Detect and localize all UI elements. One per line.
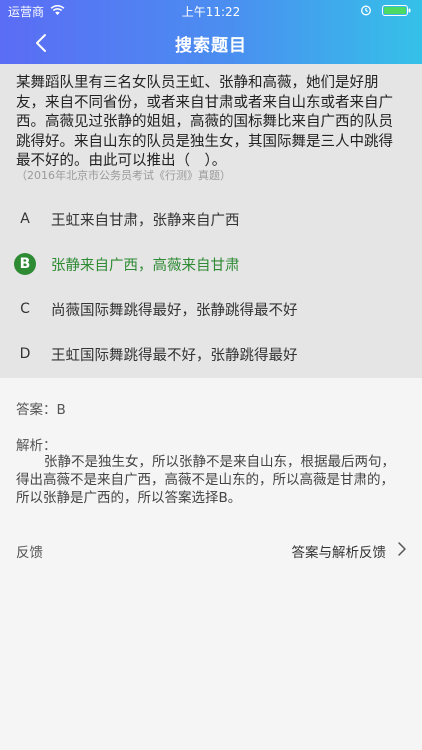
answer-line: 答案：B [16, 402, 66, 418]
chevron-right-icon[interactable] [396, 540, 408, 558]
option-d[interactable]: D 王虹国际舞跳得最不好，张静跳得最好 [0, 331, 422, 375]
answer-panel: 答案：B 解析： 张静不是独生女，所以张静不是来自山东，根据最后两句，得出高薇不… [0, 378, 422, 750]
option-b[interactable]: B 张静来自广西，高薇来自甘肃 [0, 241, 422, 285]
option-text: 张静来自广西，高薇来自甘肃 [51, 258, 240, 274]
option-letter: A [20, 211, 30, 227]
analysis-text: 张静不是独生女，所以张静不是来自山东，根据最后两句，得出高薇不是来自广西，高薇不… [16, 454, 395, 506]
status-bar: 运营商 上午11:22 [0, 0, 422, 20]
option-a[interactable]: A 王虹来自甘肃，张静来自广西 [0, 196, 422, 240]
option-text: 王虹来自甘肃，张静来自广西 [51, 213, 240, 229]
question-source: （2016年北京市公务员考试《行测》真题） [16, 169, 231, 182]
option-letter: C [20, 301, 30, 317]
option-letter: D [19, 346, 31, 362]
option-c[interactable]: C 尚薇国际舞跳得最好，张静跳得最不好 [0, 286, 422, 330]
option-text: 王虹国际舞跳得最不好，张静跳得最好 [51, 348, 298, 364]
page-title: 搜索题目 [175, 36, 247, 56]
option-text: 尚薇国际舞跳得最好，张静跳得最不好 [51, 303, 298, 319]
feedback-row[interactable]: 反馈 答案与解析反馈 [0, 536, 422, 566]
question-panel: 某舞蹈队里有三名女队员王虹、张静和高薇，她们是好朋友，来自不同省份，或者来自甘肃… [0, 64, 422, 378]
option-letter-selected: B [14, 253, 36, 275]
question-text: 某舞蹈队里有三名女队员王虹、张静和高薇，她们是好朋友，来自不同省份，或者来自甘肃… [16, 75, 393, 169]
app-header: 运营商 上午11:22 搜索题目 [0, 0, 422, 64]
analysis-label: 解析： [16, 438, 57, 454]
feedback-label: 反馈 [16, 545, 43, 561]
navigation-bar: 搜索题目 [0, 20, 422, 64]
status-time: 上午11:22 [181, 5, 241, 19]
battery-icon [382, 5, 411, 16]
alarm-icon [361, 5, 371, 16]
feedback-link[interactable]: 答案与解析反馈 [292, 541, 387, 561]
